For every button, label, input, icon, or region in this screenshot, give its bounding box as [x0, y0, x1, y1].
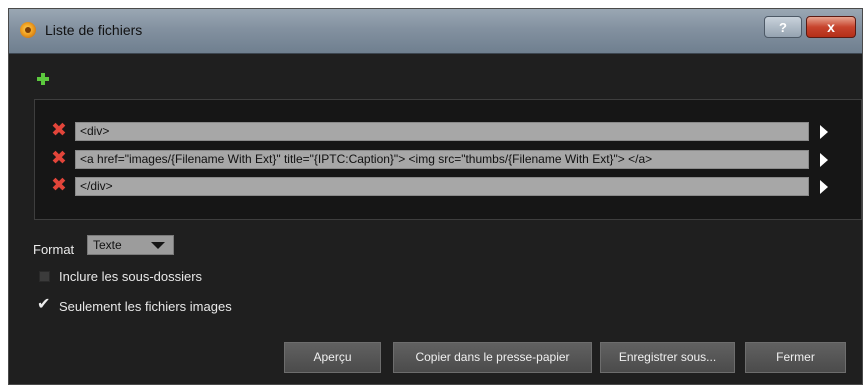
close-button[interactable]: Fermer	[745, 342, 846, 373]
delete-row-x-icon[interactable]: ✖	[51, 121, 67, 140]
format-dropdown[interactable]: Texte	[87, 235, 174, 255]
row-menu-arrow-icon[interactable]	[820, 180, 828, 194]
template-row: ✖ <div>	[51, 121, 861, 141]
add-row-plus-icon[interactable]	[36, 72, 50, 86]
delete-row-x-icon[interactable]: ✖	[51, 149, 67, 168]
template-row: ✖ <a href="images/{Filename With Ext}" t…	[51, 149, 861, 169]
template-row-field[interactable]: <div>	[75, 122, 809, 141]
help-button[interactable]: ?	[764, 16, 802, 38]
close-window-button[interactable]: x	[806, 16, 856, 38]
template-row-field[interactable]: </div>	[75, 177, 809, 196]
save-as-button[interactable]: Enregistrer sous...	[600, 342, 735, 373]
template-row: ✖ </div>	[51, 176, 861, 196]
include-subfolders-label: Inclure les sous-dossiers	[59, 269, 203, 284]
checkmark-icon[interactable]: ✔	[37, 294, 50, 314]
format-label: Format	[33, 242, 75, 257]
preview-button[interactable]: Aperçu	[284, 342, 381, 373]
row-menu-arrow-icon[interactable]	[820, 125, 828, 139]
template-rows-panel: ✖ <div> ✖ <a href="images/{Filename With…	[34, 99, 862, 220]
chevron-down-icon	[151, 242, 165, 249]
copy-to-clipboard-button[interactable]: Copier dans le presse-papier	[393, 342, 592, 373]
file-list-dialog: Liste de fichiers ? x ✖ <div> ✖ <a href=…	[8, 8, 863, 385]
title-bar: Liste de fichiers ? x	[9, 9, 862, 54]
images-only-label: Seulement les fichiers images	[59, 299, 232, 314]
template-row-field[interactable]: <a href="images/{Filename With Ext}" tit…	[75, 150, 809, 169]
include-subfolders-checkbox[interactable]	[39, 271, 50, 282]
window-title: Liste de fichiers	[45, 22, 143, 38]
format-selected-value: Texte	[93, 238, 122, 252]
row-menu-arrow-icon[interactable]	[820, 153, 828, 167]
delete-row-x-icon[interactable]: ✖	[51, 176, 67, 195]
app-logo-icon	[20, 22, 36, 38]
